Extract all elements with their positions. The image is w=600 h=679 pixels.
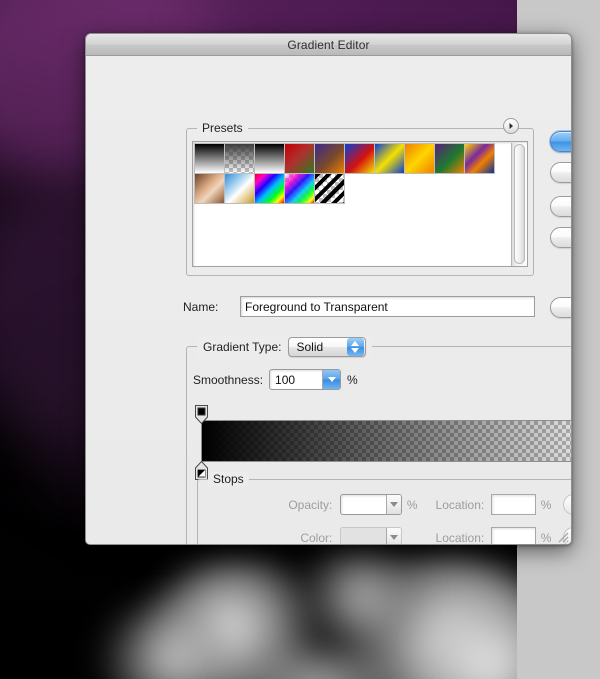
color-location-unit: %	[541, 531, 552, 545]
load-button[interactable]: Load...	[550, 196, 572, 217]
preset-swatch-fill	[315, 174, 344, 203]
presets-menu-button[interactable]	[503, 118, 519, 134]
chevron-down-icon[interactable]	[386, 495, 401, 514]
gradient-name-input[interactable]: Foreground to Transparent	[240, 296, 535, 317]
preset-swatch[interactable]	[404, 143, 435, 174]
dialog-content: Presets OK Cancel Load... Save...	[86, 56, 571, 545]
color-stop-left[interactable]	[195, 461, 208, 480]
preset-swatch[interactable]	[194, 173, 225, 204]
preset-swatch[interactable]	[284, 143, 315, 174]
preset-swatch[interactable]	[224, 173, 255, 204]
delete-opacity-stop-button[interactable]: Delete	[563, 494, 572, 515]
chevron-down-icon[interactable]	[386, 528, 401, 545]
save-button[interactable]: Save...	[550, 227, 572, 248]
preset-swatch[interactable]	[284, 173, 315, 204]
color-location-label: Location:	[436, 531, 485, 545]
resize-grip[interactable]	[555, 529, 569, 543]
name-label: Name:	[183, 300, 218, 314]
color-swatch-input[interactable]	[340, 527, 402, 545]
new-button[interactable]: New	[550, 297, 572, 318]
opacity-stop-left[interactable]	[195, 405, 208, 424]
color-location-input[interactable]	[491, 527, 536, 545]
dialog-title: Gradient Editor	[287, 38, 369, 52]
preset-swatch[interactable]	[254, 173, 285, 204]
stops-group-label: Stops	[208, 472, 249, 486]
gradient-preview-strip[interactable]	[201, 420, 572, 462]
preset-swatch-fill	[225, 144, 254, 173]
stops-group: Stops Opacity: % Location: % Delete	[197, 479, 572, 545]
gradient-type-value: Solid	[289, 340, 347, 354]
presets-swatch-grid	[194, 143, 506, 203]
presets-group: Presets	[186, 128, 534, 276]
opacity-value	[341, 495, 385, 514]
gradient-preview-fill	[202, 421, 572, 461]
gradient-name-value: Foreground to Transparent	[245, 300, 388, 314]
chevron-updown-icon	[347, 338, 364, 356]
preset-swatch[interactable]	[314, 143, 345, 174]
presets-scrollbar[interactable]	[511, 143, 526, 267]
preset-swatch[interactable]	[314, 173, 345, 204]
gradient-type-group: Gradient Type: Solid Smoothness: 100 %	[186, 346, 572, 545]
preset-swatch[interactable]	[254, 143, 285, 174]
preset-swatch[interactable]	[224, 143, 255, 174]
preset-swatch[interactable]	[464, 143, 495, 174]
smoothness-combo[interactable]: 100	[269, 369, 341, 390]
smoothness-unit: %	[347, 373, 358, 387]
presets-scrollbar-thumb[interactable]	[514, 144, 525, 264]
gradient-type-label: Gradient Type:	[203, 340, 282, 354]
preset-swatch[interactable]	[434, 143, 465, 174]
opacity-location-label: Location:	[436, 498, 485, 512]
triangle-right-icon	[507, 122, 515, 130]
smoothness-row: Smoothness: 100 %	[193, 369, 358, 390]
gradient-editor-strip-area	[193, 405, 572, 477]
presets-list[interactable]	[192, 141, 528, 267]
preset-swatch[interactable]	[194, 143, 225, 174]
opacity-input[interactable]	[340, 494, 402, 515]
color-stop-row: Color: % Location: % Delete	[198, 527, 572, 545]
preset-swatch[interactable]	[374, 143, 405, 174]
opacity-unit: %	[407, 498, 418, 512]
opacity-location-input[interactable]	[491, 494, 536, 515]
dialog-titlebar[interactable]: Gradient Editor	[86, 34, 571, 56]
ok-button[interactable]: OK	[550, 131, 572, 152]
cancel-button[interactable]: Cancel	[550, 162, 572, 183]
preset-swatch[interactable]	[344, 143, 375, 174]
opacity-location-unit: %	[541, 498, 552, 512]
opacity-stop-row: Opacity: % Location: % Delete	[198, 494, 572, 515]
opacity-label: Opacity:	[198, 498, 332, 512]
color-label: Color:	[198, 531, 332, 545]
smoothness-label: Smoothness:	[193, 373, 263, 387]
color-swatch-value	[341, 528, 385, 545]
presets-group-label: Presets	[197, 121, 248, 135]
chevron-down-icon[interactable]	[322, 370, 340, 389]
gradient-type-select[interactable]: Solid	[288, 337, 366, 357]
gradient-editor-dialog: Gradient Editor Presets OK Cancel L	[85, 33, 572, 545]
preset-swatch-fill	[285, 174, 314, 203]
smoothness-value: 100	[270, 370, 322, 389]
gradient-type-row: Gradient Type: Solid	[197, 335, 372, 359]
